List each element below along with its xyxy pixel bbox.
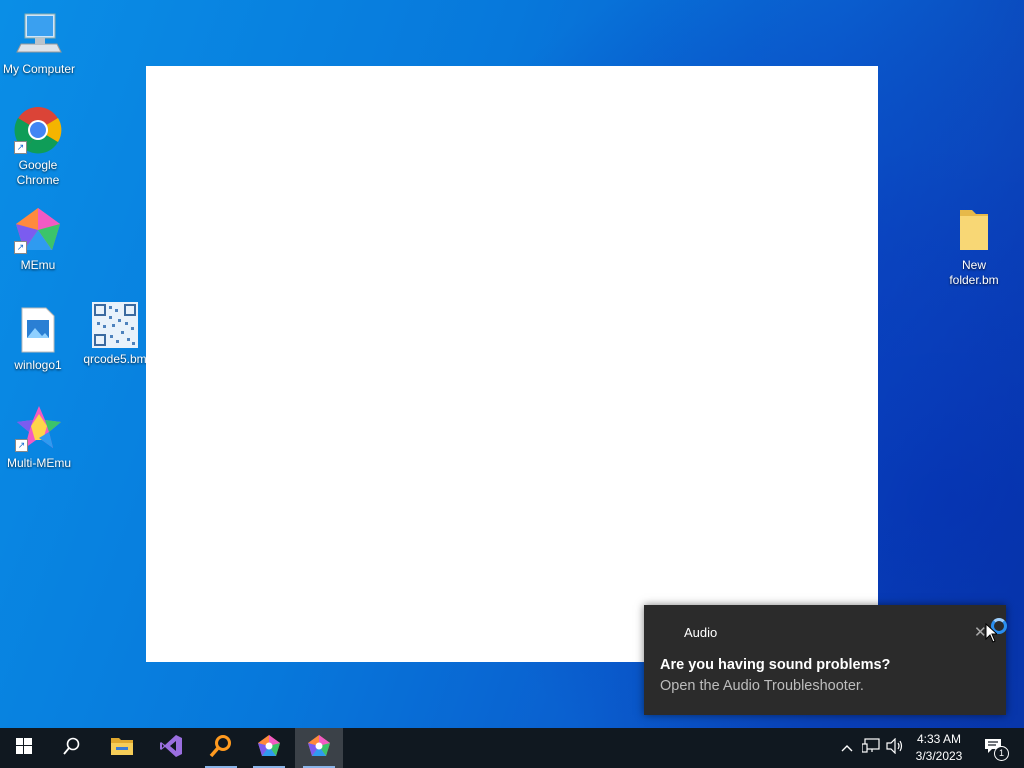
- image-file-icon: [14, 306, 62, 354]
- start-button[interactable]: [0, 728, 48, 768]
- clock-date: 3/3/2023: [915, 749, 963, 763]
- desktop-icon-my-computer[interactable]: My Computer: [1, 10, 77, 77]
- action-center-button[interactable]: 1: [978, 728, 1009, 768]
- notification-body[interactable]: Open the Audio Troubleshooter.: [660, 678, 864, 694]
- notification-count-badge: 1: [994, 745, 1009, 761]
- shortcut-arrow-icon: ↗: [14, 241, 27, 254]
- desktop-icon-label: MEmu: [20, 258, 56, 272]
- desktop-icon-qrcode5[interactable]: qrcode5.bm: [77, 302, 153, 367]
- desktop-icon-new-folder[interactable]: New folder.bm: [936, 206, 1012, 288]
- network-icon: [861, 737, 880, 759]
- clock-time: 4:33 AM: [916, 732, 962, 746]
- show-hidden-icons-button[interactable]: [838, 728, 856, 768]
- notification-headline: Are you having sound problems?: [660, 657, 891, 673]
- desktop-icon-memu[interactable]: ↗ MEmu: [0, 206, 76, 273]
- desktop-icon-winlogo1[interactable]: winlogo1: [0, 306, 76, 373]
- shortcut-arrow-icon: ↗: [15, 439, 28, 452]
- computer-icon: [15, 10, 63, 58]
- visual-studio-icon: [159, 734, 183, 763]
- search-app-icon: [209, 734, 233, 763]
- taskbar: 4:33 AM 3/3/2023 1: [0, 728, 1024, 768]
- speaker-icon: [886, 737, 904, 759]
- audio-notification-toast[interactable]: Audio ✕ Are you having sound problems? O…: [644, 605, 1006, 715]
- file-explorer-icon: [110, 736, 134, 761]
- desktop-icon-label: winlogo1: [14, 358, 62, 372]
- multi-memu-icon: ↗: [15, 404, 63, 452]
- desktop-icon-google-chrome[interactable]: ↗ Google Chrome: [0, 106, 76, 188]
- search-button[interactable]: [48, 728, 96, 768]
- windows-start-icon: [16, 737, 32, 759]
- volume-button[interactable]: [884, 728, 906, 768]
- desktop: My Computer ↗ Google Chrome ↗ MEmu winlo…: [0, 0, 1024, 728]
- desktop-icon-multi-memu[interactable]: ↗ Multi-MEmu: [1, 404, 77, 471]
- folder-icon: [950, 206, 998, 254]
- taskbar-memu[interactable]: [245, 728, 293, 768]
- chevron-up-icon: [841, 739, 853, 757]
- notification-center-icon: 1: [983, 737, 1009, 761]
- desktop-icon-label: My Computer: [2, 62, 76, 76]
- network-button[interactable]: [860, 728, 882, 768]
- taskbar-file-explorer[interactable]: [98, 728, 146, 768]
- memu-icon: ↗: [14, 206, 62, 254]
- memu-icon: [257, 734, 281, 763]
- notification-app-name: Audio: [684, 625, 718, 640]
- blank-app-window[interactable]: [146, 66, 878, 662]
- search-icon: [63, 737, 81, 760]
- taskbar-search-app[interactable]: [197, 728, 245, 768]
- mouse-pointer-icon: [985, 622, 999, 648]
- desktop-icon-label: Google Chrome: [16, 158, 60, 187]
- taskbar-visual-studio[interactable]: [147, 728, 195, 768]
- qrcode-file-icon: [92, 302, 138, 348]
- desktop-icon-label: qrcode5.bm: [83, 352, 147, 366]
- chrome-icon: ↗: [14, 106, 62, 154]
- shortcut-arrow-icon: ↗: [14, 141, 27, 154]
- desktop-icon-label: New folder.bm: [949, 258, 999, 287]
- desktop-icon-label: Multi-MEmu: [6, 456, 71, 470]
- memu-active-icon: [307, 734, 331, 763]
- taskbar-memu-active[interactable]: [295, 728, 343, 768]
- clock[interactable]: 4:33 AM 3/3/2023: [908, 731, 970, 765]
